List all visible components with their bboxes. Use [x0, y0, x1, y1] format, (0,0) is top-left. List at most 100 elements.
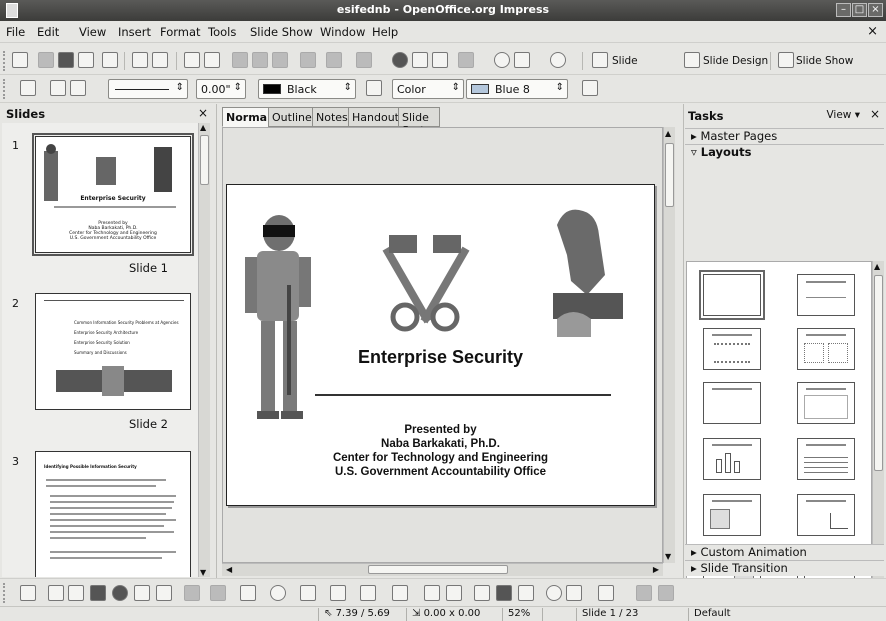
shadow-icon[interactable] [582, 80, 598, 96]
main-vertical-scrollbar[interactable]: ▲ ▼ [663, 127, 675, 563]
cut-icon[interactable] [232, 52, 248, 68]
line-icon[interactable] [50, 80, 66, 96]
menu-view[interactable]: View [79, 25, 106, 39]
scroll-thumb[interactable] [200, 135, 209, 185]
menu-file[interactable]: File [6, 25, 25, 39]
zoom-icon[interactable] [514, 52, 530, 68]
line-tool-icon[interactable] [48, 585, 64, 601]
block-arrows-icon[interactable] [300, 585, 316, 601]
tab-normal[interactable]: Normal [222, 107, 275, 127]
toolbar-grip[interactable] [3, 583, 6, 603]
layout-blank[interactable] [699, 270, 765, 320]
tab-outline[interactable]: Outline [268, 107, 316, 127]
scroll-right-icon[interactable]: ▶ [653, 565, 659, 574]
autospellcheck-icon[interactable] [204, 52, 220, 68]
show-draw-functions-icon[interactable] [432, 52, 448, 68]
maximize-button[interactable]: □ [852, 3, 867, 17]
new-slide-icon[interactable] [592, 52, 608, 68]
line-width-field[interactable]: 0.00" ⇕ [196, 79, 246, 99]
styles-icon[interactable] [20, 80, 36, 96]
zoom-level[interactable]: 52% [502, 608, 542, 621]
table-icon[interactable] [412, 52, 428, 68]
section-slide-transition[interactable]: ▸ Slide Transition [685, 560, 884, 576]
slide-show-icon[interactable] [778, 52, 794, 68]
menu-help[interactable]: Help [372, 25, 398, 39]
help-icon[interactable] [550, 52, 566, 68]
paste-icon[interactable] [272, 52, 288, 68]
main-horizontal-scrollbar[interactable]: ◀ ▶ [222, 563, 663, 576]
close-window-button[interactable]: × [868, 3, 883, 17]
menu-window[interactable]: Window [320, 25, 365, 39]
tab-handout[interactable]: Handout [348, 107, 403, 127]
connector-icon[interactable] [156, 585, 172, 601]
area-color-select[interactable]: Blue 8 ⇕ [466, 79, 568, 99]
layout-centered-text[interactable] [797, 382, 855, 424]
save-icon[interactable] [58, 52, 74, 68]
layout-title-table[interactable] [797, 438, 855, 480]
open-icon[interactable] [38, 52, 54, 68]
extrusion-icon[interactable] [636, 585, 652, 601]
slide-design-icon[interactable] [684, 52, 700, 68]
text-tool-icon[interactable] [134, 585, 150, 601]
layout-title-content[interactable] [703, 328, 761, 370]
tab-notes[interactable]: Notes [312, 107, 352, 127]
menu-slide-show[interactable]: Slide Show [250, 25, 313, 39]
from-file-icon[interactable] [496, 585, 512, 601]
scroll-left-icon[interactable]: ◀ [226, 565, 232, 574]
chart-icon[interactable] [392, 52, 408, 68]
scroll-thumb[interactable] [874, 275, 883, 471]
scroll-up-icon[interactable]: ▲ [200, 123, 206, 132]
interaction-icon[interactable] [658, 585, 674, 601]
toolbar-grip[interactable] [3, 79, 6, 99]
section-master-pages[interactable]: ▸ Master Pages [685, 128, 884, 144]
grid-icon[interactable] [458, 52, 474, 68]
scroll-down-icon[interactable]: ▼ [665, 552, 671, 561]
close-tasks-pane-icon[interactable]: × [870, 107, 880, 121]
new-document-icon[interactable] [12, 52, 28, 68]
fontwork-icon[interactable] [474, 585, 490, 601]
close-slides-pane-icon[interactable]: × [198, 106, 208, 120]
layout-title-clipart-text[interactable] [703, 494, 761, 536]
menu-format[interactable]: Format [160, 25, 201, 39]
alignment-icon[interactable] [566, 585, 582, 601]
toolbar-grip[interactable] [3, 51, 6, 71]
scroll-down-icon[interactable]: ▼ [200, 568, 206, 577]
export-pdf-icon[interactable] [132, 52, 148, 68]
points-icon[interactable] [424, 585, 440, 601]
slide-show-button-label[interactable]: Slide Show [796, 55, 853, 67]
scroll-thumb[interactable] [665, 143, 674, 207]
area-style-select[interactable]: Color ⇕ [392, 79, 464, 99]
slide-title[interactable]: Enterprise Security [227, 347, 654, 368]
edit-file-icon[interactable] [102, 52, 118, 68]
tab-slide-sorter[interactable]: Slide Sorter [398, 107, 440, 137]
gallery-icon[interactable] [518, 585, 534, 601]
scroll-up-icon[interactable]: ▲ [665, 129, 671, 138]
slide-subtitle-block[interactable]: Presented by Naba Barkakati, Ph.D. Cente… [227, 423, 654, 479]
area-fill-icon[interactable] [366, 80, 382, 96]
undo-icon[interactable] [326, 52, 342, 68]
arrange-icon[interactable] [598, 585, 614, 601]
layout-title-text[interactable] [703, 382, 761, 424]
spellcheck-icon[interactable] [184, 52, 200, 68]
tasks-view-menu[interactable]: View ▾ [826, 109, 860, 121]
rectangle-icon[interactable] [90, 585, 106, 601]
menu-edit[interactable]: Edit [37, 25, 59, 39]
close-document-icon[interactable]: × [867, 24, 878, 39]
section-layouts[interactable]: ▿ Layouts [685, 144, 884, 160]
glue-points-icon[interactable] [446, 585, 462, 601]
flowchart-icon[interactable] [330, 585, 346, 601]
clone-formatting-icon[interactable] [300, 52, 316, 68]
slide-button-label[interactable]: Slide [612, 55, 638, 67]
scroll-thumb[interactable] [368, 565, 508, 574]
slide-thumbnail-3[interactable]: Identifying Possible Information Securit… [35, 451, 191, 577]
section-custom-animation[interactable]: ▸ Custom Animation [685, 544, 884, 560]
ellipse-icon[interactable] [112, 585, 128, 601]
basic-shapes-icon[interactable] [240, 585, 256, 601]
layout-title-chart[interactable] [703, 438, 761, 480]
menu-tools[interactable]: Tools [208, 25, 236, 39]
rotate-icon[interactable] [546, 585, 562, 601]
email-icon[interactable] [78, 52, 94, 68]
layout-title-only[interactable] [797, 274, 855, 316]
copy-icon[interactable] [252, 52, 268, 68]
redo-icon[interactable] [356, 52, 372, 68]
